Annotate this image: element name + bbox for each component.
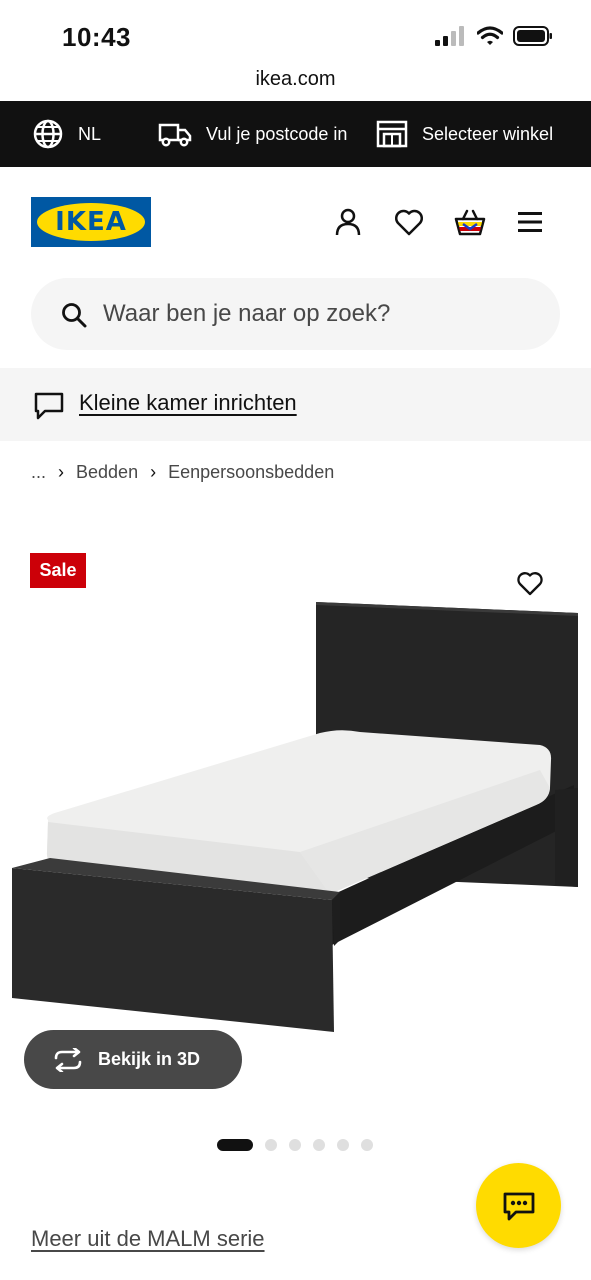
carousel-dot-6[interactable] — [361, 1139, 373, 1151]
wishlist-heart-icon[interactable] — [391, 204, 427, 240]
info-bar: NL Vul je postcode in Selecteer winkel — [0, 101, 591, 167]
wifi-icon — [477, 26, 503, 45]
status-icons — [435, 26, 553, 46]
carousel-dot-3[interactable] — [289, 1139, 301, 1151]
status-time: 10:43 — [62, 22, 131, 52]
store-label: Selecteer winkel — [422, 123, 554, 144]
carousel-dot-4[interactable] — [313, 1139, 325, 1151]
kleine-kamer-link[interactable]: Kleine kamer inrichten — [79, 368, 297, 437]
store-icon — [376, 120, 408, 148]
search-input[interactable]: Waar ben je naar op zoek? — [31, 278, 560, 350]
carousel-dot-1[interactable] — [217, 1139, 253, 1151]
language-selector[interactable]: NL — [32, 101, 101, 167]
chat-bubble-icon — [34, 392, 64, 420]
breadcrumb: ... › Bedden › Eenpersoonsbedden — [31, 462, 334, 483]
cellular-signal-icon — [435, 26, 464, 46]
logo-text: IKEA — [55, 207, 127, 237]
chat-assistant-button[interactable] — [476, 1163, 561, 1248]
carousel-dot-2[interactable] — [265, 1139, 277, 1151]
image-carousel-dots — [217, 1139, 373, 1151]
store-selector[interactable]: Selecteer winkel — [376, 101, 553, 167]
promo-banner: Kleine kamer inrichten — [0, 368, 591, 441]
breadcrumb-item-eenpersoonsbedden[interactable]: Eenpersoonsbedden — [168, 462, 334, 483]
view-in-3d-button[interactable]: Bekijk in 3D — [24, 1030, 242, 1089]
carousel-dot-5[interactable] — [337, 1139, 349, 1151]
postcode-button[interactable]: Vul je postcode in — [158, 101, 347, 167]
chat-icon — [503, 1192, 534, 1220]
battery-icon — [513, 26, 552, 46]
chevron-right-icon: › — [150, 462, 157, 482]
add-to-wishlist-heart-icon[interactable] — [513, 568, 547, 600]
search-placeholder: Waar ben je naar op zoek? — [103, 300, 391, 327]
sale-badge: Sale — [30, 553, 86, 588]
product-image[interactable] — [0, 520, 591, 1040]
globe-icon — [33, 119, 63, 149]
shopping-bag-icon[interactable] — [452, 204, 488, 240]
menu-hamburger-icon[interactable] — [512, 204, 548, 240]
ikea-logo[interactable]: IKEA — [31, 197, 151, 247]
view-in-3d-label: Bekijk in 3D — [98, 1049, 201, 1069]
breadcrumb-ellipsis[interactable]: ... — [31, 462, 46, 483]
browser-url[interactable]: ikea.com — [0, 68, 591, 91]
malm-series-link[interactable]: Meer uit de MALM serie — [31, 1226, 265, 1252]
search-icon — [62, 303, 87, 328]
chevron-right-icon: › — [58, 462, 65, 482]
rotate-3d-icon — [54, 1047, 82, 1072]
language-label: NL — [78, 123, 102, 144]
delivery-truck-icon — [158, 123, 192, 147]
account-icon[interactable] — [330, 204, 366, 240]
breadcrumb-item-bedden[interactable]: Bedden — [76, 462, 138, 483]
postcode-label: Vul je postcode in — [206, 123, 348, 144]
